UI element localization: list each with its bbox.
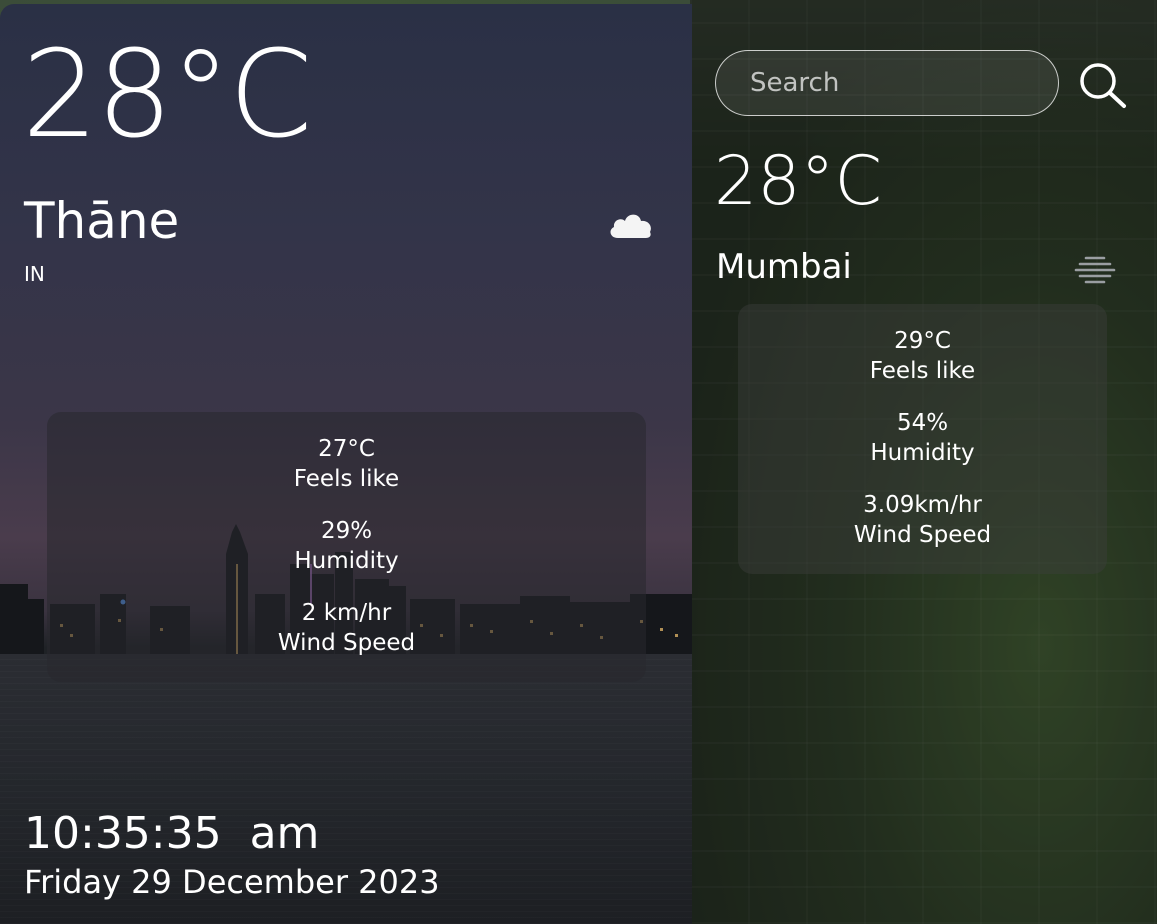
wind-speed-label: Wind Speed [277,630,416,656]
humidity-value: 29% [320,518,373,544]
weather-app: 28°C Thāne IN 27°C Feels like 29% Humidi… [0,0,1157,924]
humidity-stat: 29% Humidity [47,516,646,576]
feels-like-value: 29°C [894,328,951,354]
feels-like-stat: 27°C Feels like [47,434,646,494]
wind-speed-label: Wind Speed [853,522,992,548]
feels-like-value: 27°C [318,436,375,462]
cloud-icon [610,214,651,238]
mist-icon [1074,256,1116,284]
feels-like-label: Feels like [293,466,400,492]
wind-speed-value: 2 km/hr [301,600,392,626]
search-icon[interactable] [1076,60,1128,110]
current-details-panel: 27°C Feels like 29% Humidity 2 km/hr Win… [47,412,646,682]
wind-speed-stat: 2 km/hr Wind Speed [47,598,646,658]
humidity-value: 54% [896,410,949,436]
feels-like-label: Feels like [869,358,976,384]
current-city: Thāne [24,192,180,250]
humidity-label: Humidity [294,548,399,574]
current-date: Friday 29 December 2023 [24,863,440,901]
current-time: 10:35:35 am [24,808,320,859]
current-country: IN [24,262,45,286]
search-result-details-panel: 29°C Feels like 54% Humidity 3.09km/hr W… [738,304,1107,574]
feels-like-stat: 29°C Feels like [738,326,1107,386]
wind-speed-value: 3.09km/hr [863,492,982,518]
search-input[interactable] [715,50,1059,116]
wind-speed-stat: 3.09km/hr Wind Speed [738,490,1107,550]
search-result-temperature: 28°C [714,142,883,221]
humidity-label: Humidity [870,440,975,466]
search-result-city: Mumbai [716,247,852,287]
humidity-stat: 54% Humidity [738,408,1107,468]
current-temperature: 28°C [22,26,312,165]
